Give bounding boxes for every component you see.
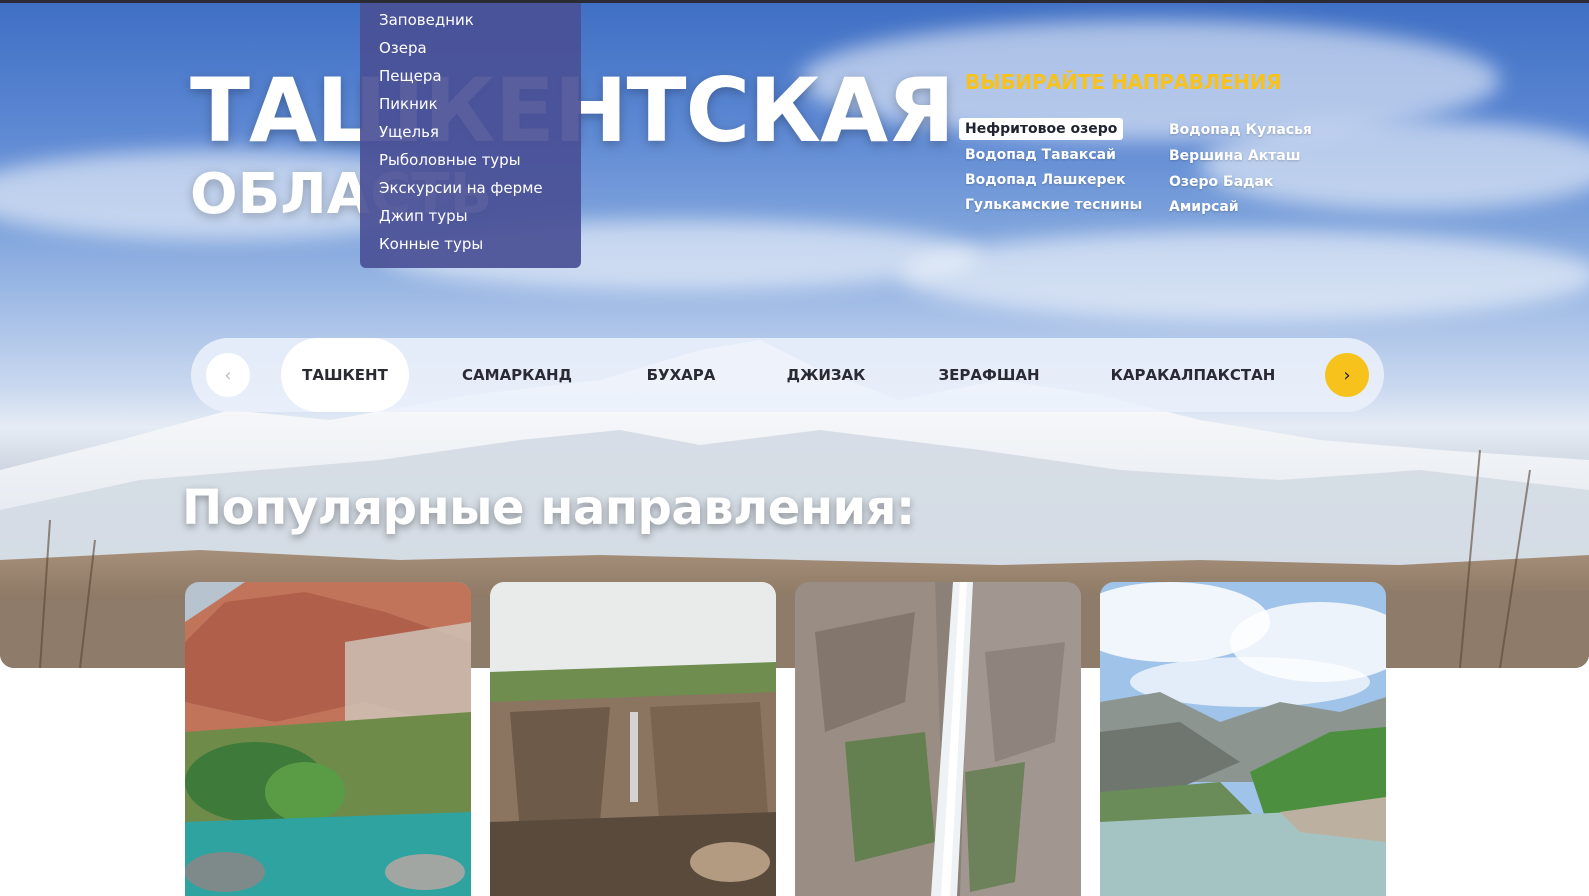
- destination-link-aktash[interactable]: Вершина Акташ: [1169, 148, 1301, 164]
- canyon-lake-image: [185, 582, 471, 896]
- tab-bukhara[interactable]: БУХАРА: [631, 338, 731, 412]
- destination-link-tavaksai[interactable]: Водопад Таваксай: [965, 147, 1116, 163]
- gorge-waterfall-image: [795, 582, 1081, 896]
- menu-item-ozera[interactable]: Озера: [379, 39, 427, 57]
- destination-link-amirsai[interactable]: Амирсай: [1169, 199, 1239, 215]
- tab-zerafshan[interactable]: ЗЕРАФШАН: [926, 338, 1052, 412]
- next-region-button[interactable]: ›: [1325, 353, 1369, 397]
- destination-link-kulasya[interactable]: Водопад Куласья: [1169, 122, 1312, 138]
- destination-card-mountain-lake[interactable]: [1100, 582, 1386, 896]
- menu-item-farm-excursions[interactable]: Экскурсии на ферме: [379, 179, 543, 197]
- tab-dzhizak[interactable]: ДЖИЗАК: [776, 338, 876, 412]
- menu-item-fishing-tours[interactable]: Рыболовные туры: [379, 151, 521, 169]
- menu-item-jeep-tours[interactable]: Джип туры: [379, 207, 468, 225]
- popular-destinations-heading: Популярные направления:: [182, 480, 915, 536]
- destination-card-waterfall-cliffs[interactable]: [490, 582, 776, 896]
- tab-tashkent[interactable]: ТАШКЕНТ: [281, 338, 409, 412]
- chevron-right-icon: ›: [1343, 364, 1351, 386]
- category-dropdown-menu: Заповедник Озера Пещера Пикник Ущелья Ры…: [360, 3, 581, 268]
- destination-link-gulkamskie[interactable]: Гулькамские теснины: [965, 197, 1142, 213]
- tab-samarkand[interactable]: САМАРКАНД: [449, 338, 585, 412]
- destination-link-lashkerek[interactable]: Водопад Лашкерек: [965, 172, 1125, 188]
- tab-karakalpakstan[interactable]: КАРАКАЛПАКСТАН: [1103, 338, 1283, 412]
- menu-item-ushchelya[interactable]: Ущелья: [379, 123, 439, 141]
- region-tabs: ‹ ТАШКЕНТ САМАРКАНД БУХАРА ДЖИЗАК ЗЕРАФШ…: [191, 338, 1384, 412]
- destinations-heading: ВЫБИРАЙТЕ НАПРАВЛЕНИЯ: [965, 70, 1282, 94]
- mountain-lake-image: [1100, 582, 1386, 896]
- hero-section: ТАШКЕНТСКАЯ ОБЛАСТЬ Заповедник Озера Пещ…: [0, 0, 1589, 668]
- waterfall-cliffs-image: [490, 582, 776, 896]
- destination-link-nefritovoe-ozero[interactable]: Нефритовое озеро: [959, 118, 1124, 140]
- top-border: [0, 0, 1589, 3]
- menu-item-piknik[interactable]: Пикник: [379, 95, 438, 113]
- destination-card-gorge-waterfall[interactable]: [795, 582, 1081, 896]
- prev-region-button[interactable]: ‹: [206, 353, 250, 397]
- chevron-left-icon: ‹: [224, 364, 232, 386]
- menu-item-zapovednik[interactable]: Заповедник: [379, 11, 474, 29]
- menu-item-horse-tours[interactable]: Конные туры: [379, 235, 483, 253]
- menu-item-peshchera[interactable]: Пещера: [379, 67, 442, 85]
- destination-link-badak[interactable]: Озеро Бадак: [1169, 174, 1273, 190]
- destination-card-canyon-lake[interactable]: [185, 582, 471, 896]
